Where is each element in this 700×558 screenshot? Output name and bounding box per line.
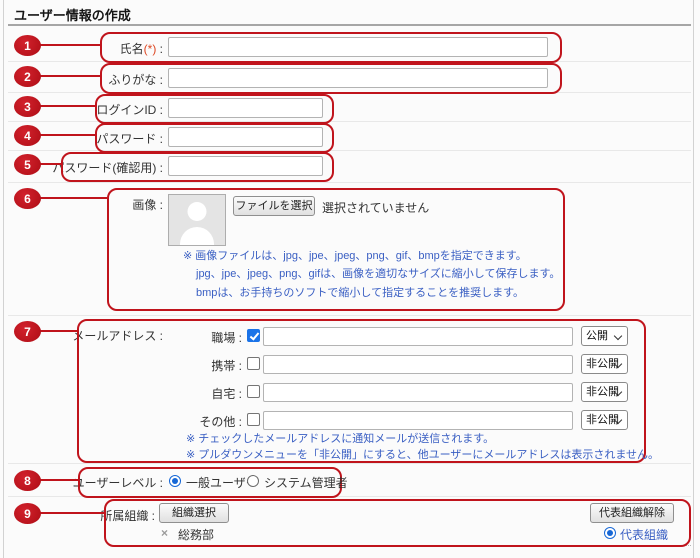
email-type-label-work: 職場 :	[140, 329, 242, 346]
org-name: 総務部	[178, 526, 214, 543]
title-divider	[8, 24, 691, 26]
notify-checkbox-other[interactable]	[247, 413, 260, 426]
user-level-radio-admin[interactable]	[247, 475, 259, 487]
annotation-connector	[39, 163, 61, 165]
user-level-radio-general[interactable]	[169, 475, 181, 487]
annotation-number-8: 8	[14, 470, 41, 491]
file-status-text: 選択されていません	[322, 199, 429, 216]
annotation-connector	[39, 44, 101, 46]
row-divider	[8, 463, 691, 464]
remove-org-icon[interactable]: ×	[161, 526, 168, 540]
primary-org-label: 代表組織	[620, 526, 668, 543]
primary-org-radio[interactable]	[604, 527, 616, 539]
annotation-number-9: 9	[14, 503, 41, 524]
name-input[interactable]	[168, 37, 548, 57]
email-type-label-other: その他 :	[140, 413, 242, 430]
email-input-home[interactable]	[263, 383, 573, 402]
user-creation-form: ユーザー情報の作成 1 2 3 4 5 6 7 8 9 氏名(*) : ふりがな…	[0, 0, 700, 558]
annotation-connector	[39, 105, 95, 107]
row-divider	[8, 182, 691, 183]
email-input-mobile[interactable]	[263, 355, 573, 374]
notify-checkbox-home[interactable]	[247, 385, 260, 398]
annotation-number-1: 1	[14, 35, 41, 56]
annotation-number-7: 7	[14, 321, 41, 342]
content-right-border	[693, 0, 694, 558]
user-level-option-admin: システム管理者	[264, 474, 348, 491]
visibility-select-work[interactable]: 公開	[581, 326, 628, 346]
annotation-number-2: 2	[14, 66, 41, 87]
annotation-number-6: 6	[14, 188, 41, 209]
primary-org-release-button[interactable]: 代表組織解除	[590, 503, 674, 523]
password-confirm-input[interactable]	[168, 156, 323, 176]
annotation-number-3: 3	[14, 96, 41, 117]
annotation-connector	[39, 134, 95, 136]
email-input-work[interactable]	[263, 327, 573, 346]
visibility-select-other[interactable]: 非公開	[581, 410, 628, 430]
login-id-input[interactable]	[168, 98, 323, 118]
image-note-1: ※ 画像ファイルは、jpg、jpe、jpeg、png、gif、bmpを指定できま…	[183, 247, 527, 263]
email-note-1: ※ チェックしたメールアドレスに通知メールが送信されます。	[186, 430, 494, 446]
email-note-2: ※ プルダウンメニューを「非公開」にすると、他ユーザーにメールアドレスは表示され…	[186, 446, 659, 462]
page-title: ユーザー情報の作成	[14, 5, 131, 24]
image-note-3: bmpは、お手持ちのソフトで縮小して指定することを推奨します。	[196, 284, 524, 300]
annotation-connector	[39, 512, 104, 514]
annotation-connector	[39, 75, 101, 77]
notify-checkbox-mobile[interactable]	[247, 357, 260, 370]
email-input-other[interactable]	[263, 411, 573, 430]
visibility-select-home[interactable]: 非公開	[581, 382, 628, 402]
file-select-button[interactable]: ファイルを選択	[233, 196, 315, 216]
avatar-placeholder-image	[168, 194, 226, 246]
annotation-connector	[39, 479, 78, 481]
org-select-button[interactable]: 組織選択	[159, 503, 229, 523]
annotation-connector	[39, 197, 107, 199]
annotation-number-4: 4	[14, 125, 41, 146]
visibility-select-mobile[interactable]: 非公開	[581, 354, 628, 374]
email-type-label-mobile: 携帯 :	[140, 357, 242, 374]
row-divider	[8, 315, 691, 316]
email-type-label-home: 自宅 :	[140, 385, 242, 402]
notify-checkbox-work[interactable]	[247, 329, 260, 342]
furigana-input[interactable]	[168, 68, 548, 88]
annotation-connector	[39, 330, 77, 332]
image-note-2: jpg、jpe、jpeg、png、gifは、画像を適切なサイズに縮小して保存しま…	[196, 265, 560, 281]
password-input[interactable]	[168, 127, 323, 147]
annotation-number-5: 5	[14, 154, 41, 175]
